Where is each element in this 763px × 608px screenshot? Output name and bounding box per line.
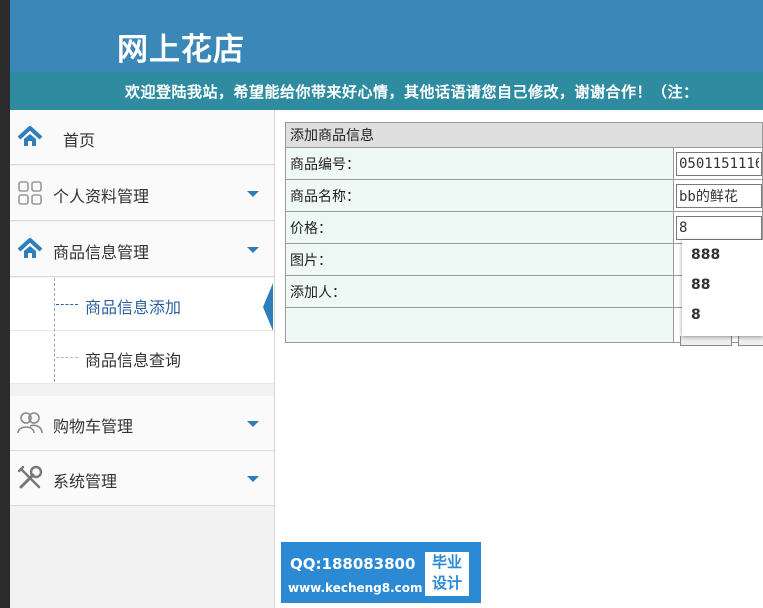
sidebar-subitem-label: 商品信息添加 [85,298,182,317]
sidebar-subitem-goods-query[interactable]: 商品信息查询 [10,331,274,384]
chevron-down-icon [247,191,259,197]
field-label: 商品名称： [285,179,674,212]
autocomplete-option[interactable]: 888 [682,240,763,270]
reset-button[interactable] [738,336,763,346]
sidebar-item-cart[interactable]: 购物车管理 [10,396,274,451]
form-caption: 添加商品信息 [285,122,763,148]
announcement-text: 欢迎登陆我站，希望能给你带来好心情，其他话语请您自己修改，谢谢合作！（注： [125,83,699,101]
field-label: 图片： [285,243,674,276]
sidebar-item-label: 个人资料管理 [53,187,150,206]
tree-branch [56,357,78,358]
chevron-down-icon [247,421,259,427]
autocomplete-dropdown: 888 88 8 [682,240,763,336]
users-icon [17,412,43,434]
watermark-badge: 毕业 设计 [425,552,469,596]
home-icon [17,126,43,146]
home-icon [17,238,43,258]
chevron-down-icon [247,247,259,253]
watermark: QQ:188083800 www.kecheng8.com 毕业 设计 [281,542,481,603]
goods-id-input[interactable] [676,151,762,176]
sidebar-item-label: 首页 [63,131,96,150]
watermark-badge-line: 毕业 [431,553,462,571]
goods-name-input[interactable] [676,183,762,208]
announcement-bar: 欢迎登陆我站，希望能给你带来好心情，其他话语请您自己修改，谢谢合作！（注： [10,72,763,110]
sidebar-item-profile[interactable]: 个人资料管理 [10,166,274,221]
autocomplete-option[interactable]: 88 [682,270,763,300]
sidebar-item-home[interactable]: 首页 [10,110,274,165]
active-indicator [263,283,273,331]
watermark-qq: QQ:188083800 [290,555,416,573]
window-edge [0,0,10,608]
watermark-badge-line: 设计 [431,574,462,592]
field-label: 添加人： [285,275,674,308]
autocomplete-option[interactable]: 8 [682,300,763,330]
sidebar-subitem-goods-add[interactable]: 商品信息添加 [10,278,274,331]
site-header: 网上花店 [10,0,763,72]
sidebar-subitem-label: 商品信息查询 [85,351,182,370]
field-label: 价格： [285,211,674,244]
site-title: 网上花店 [117,32,245,68]
watermark-url: www.kecheng8.com [288,581,423,595]
tools-icon [17,465,43,489]
grid-icon [18,181,42,205]
sidebar-item-label: 购物车管理 [53,417,134,436]
sidebar-item-goods[interactable]: 商品信息管理 [10,222,274,277]
submit-button[interactable] [680,336,732,346]
field-label: 商品编号： [285,147,674,180]
sidebar-item-label: 商品信息管理 [53,243,150,262]
tree-connector [54,278,55,382]
price-input[interactable] [676,215,762,240]
sidebar: 首页 个人资料管理 商品信息管理 商品信息添加 商品信息查询 购物车管理 系统管… [10,110,275,608]
sidebar-item-label: 系统管理 [53,472,118,491]
sidebar-item-system[interactable]: 系统管理 [10,451,274,506]
form-footer-spacer [285,307,674,343]
chevron-down-icon [247,476,259,482]
tree-branch [56,304,78,305]
